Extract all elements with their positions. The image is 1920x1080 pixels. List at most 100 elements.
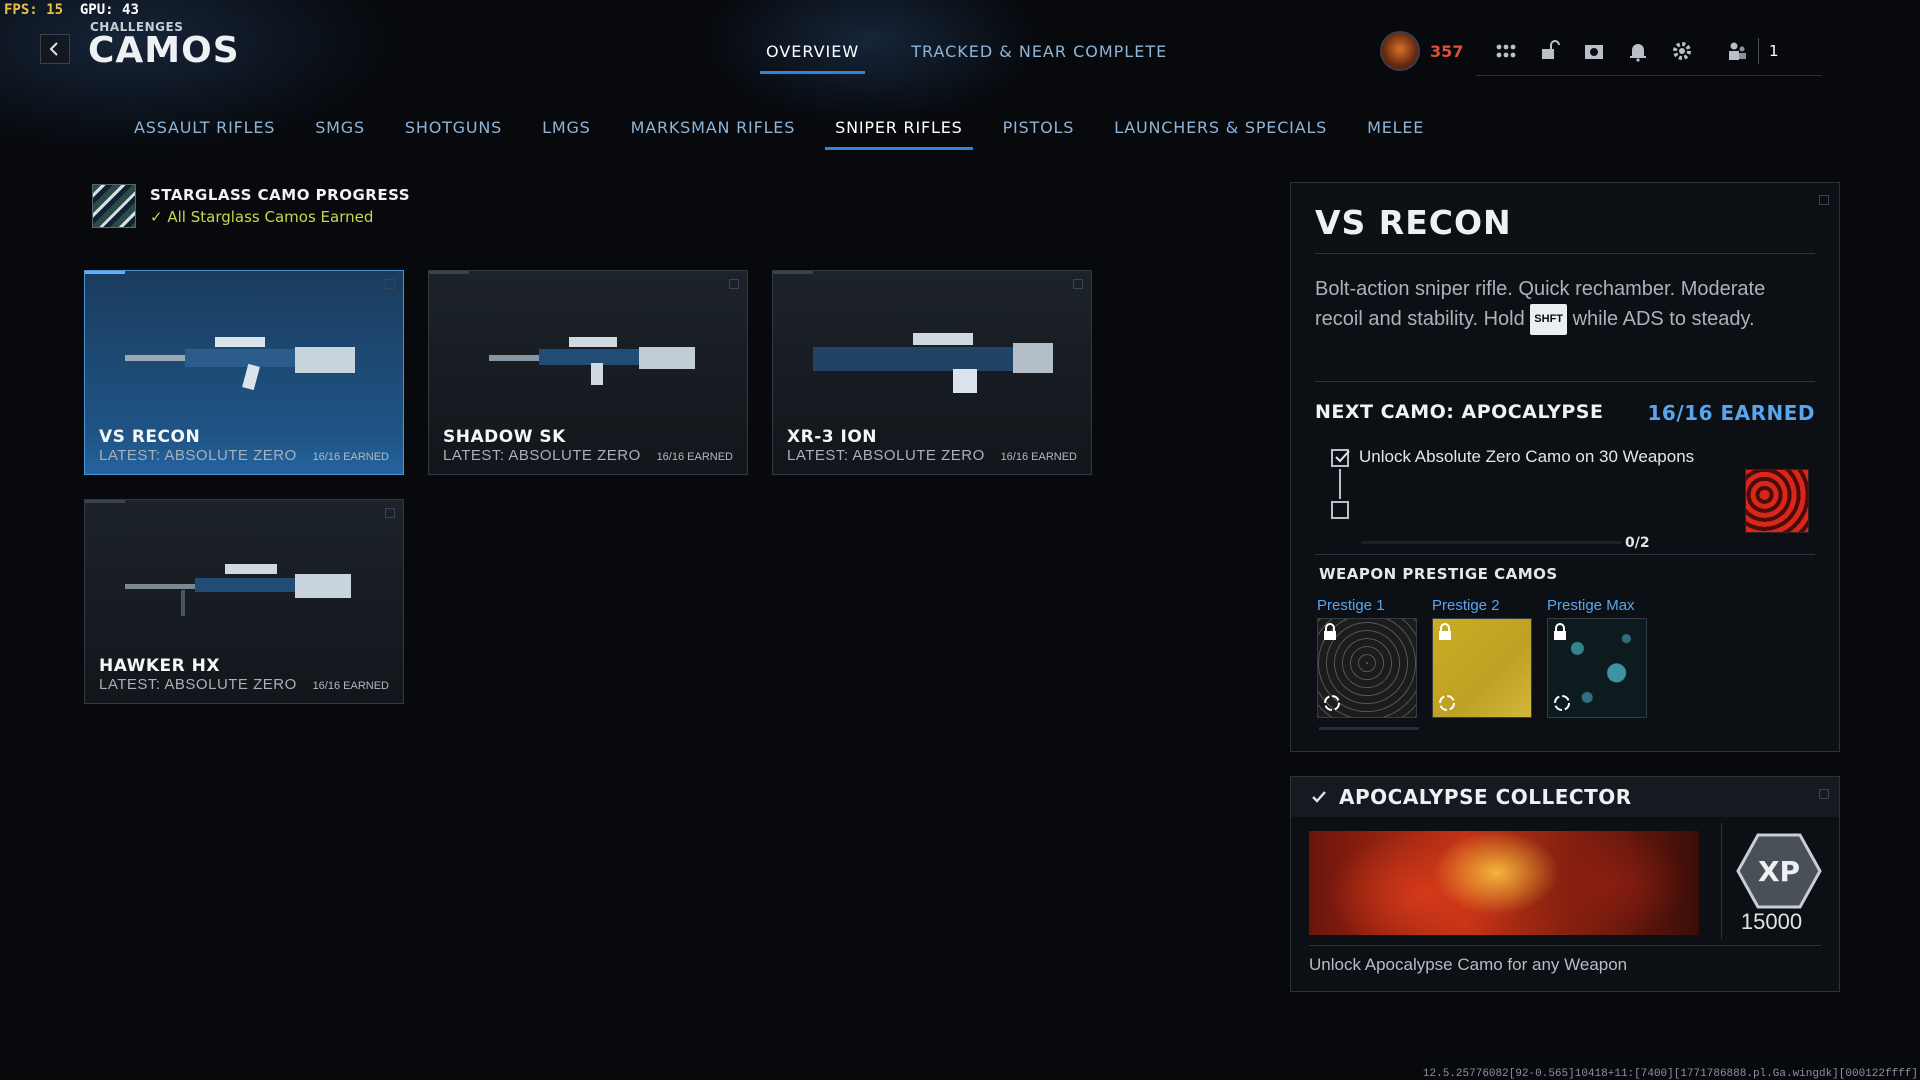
camera-icon[interactable]: [1582, 39, 1606, 63]
weapon-category-tabs: ASSAULT RIFLES SMGS SHOTGUNS LMGS MARKSM…: [124, 114, 1454, 150]
lock-icon: [1439, 623, 1451, 640]
tab-sniper-rifles[interactable]: SNIPER RIFLES: [825, 114, 973, 150]
tab-marksman-rifles[interactable]: MARKSMAN RIFLES: [621, 114, 806, 150]
xp-badge-icon: XP: [1736, 833, 1822, 909]
weapon-grid: VS RECON LATEST: ABSOLUTE ZERO 16/16 EAR…: [84, 270, 1104, 710]
tab-smgs[interactable]: SMGS: [305, 114, 375, 150]
settings-gear-icon[interactable]: [1670, 39, 1694, 63]
checkmark-icon: [1312, 791, 1326, 803]
collector-description: Unlock Apocalypse Camo for any Weapon: [1309, 955, 1628, 974]
party-status[interactable]: 1: [1712, 26, 1822, 76]
collector-artwork: [1309, 831, 1699, 935]
prestige-camo-image: [1547, 618, 1647, 718]
next-camo-earned: 16/16 EARNED: [1647, 401, 1815, 425]
weapon-earned: 16/16 EARNED: [312, 451, 389, 463]
prestige-label: Prestige 1: [1317, 597, 1385, 614]
gpu-label: GPU:: [79, 2, 114, 18]
weapon-latest-camo: LATEST: ABSOLUTE ZERO: [99, 676, 297, 693]
chevron-left-icon: [49, 42, 58, 56]
fps-label: FPS:: [4, 2, 38, 18]
weapon-card-hawker-hx[interactable]: HAWKER HX LATEST: ABSOLUTE ZERO 16/16 EA…: [84, 499, 404, 704]
detail-title: VS RECON: [1315, 203, 1512, 242]
card-corner-icon: [385, 508, 395, 518]
challenge-progress-value: 0/2: [1625, 535, 1650, 551]
weapon-card-shadow-sk[interactable]: SHADOW SK LATEST: ABSOLUTE ZERO 16/16 EA…: [428, 270, 748, 475]
apocalypse-camo-thumbnail: [1745, 469, 1809, 533]
checkbox-unchecked: [1331, 501, 1349, 519]
weapon-card-xr-3-ion[interactable]: XR-3 ION LATEST: ABSOLUTE ZERO 16/16 EAR…: [772, 270, 1092, 475]
prestige-camo-2[interactable]: Prestige 2: [1432, 597, 1532, 718]
prestige-label: Prestige 2: [1432, 597, 1500, 614]
store-icon[interactable]: [1538, 39, 1562, 63]
prestige-camo-max[interactable]: Prestige Max: [1547, 597, 1647, 718]
hud-bar: 357 1: [1380, 26, 1832, 76]
next-camo-label: NEXT CAMO: APOCALYPSE: [1315, 401, 1604, 423]
weapon-earned: 16/16 EARNED: [312, 680, 389, 692]
tab-melee[interactable]: MELEE: [1357, 114, 1434, 150]
challenge-connector: [1339, 469, 1341, 499]
checkbox-checked: [1331, 449, 1350, 467]
card-progress-bar: [429, 271, 469, 274]
starglass-progress: STARGLASS CAMO PROGRESS ✓ All Starglass …: [92, 184, 410, 228]
tab-assault-rifles[interactable]: ASSAULT RIFLES: [124, 114, 285, 150]
weapon-name: VS RECON: [99, 427, 201, 447]
party-count: 1: [1769, 41, 1779, 60]
divider: [1315, 381, 1815, 382]
card-progress-bar: [85, 271, 125, 274]
description-text-2: while ADS to steady.: [1567, 308, 1755, 330]
back-button[interactable]: [40, 34, 70, 64]
perf-overlay: FPS: 15 GPU: 43: [4, 2, 139, 18]
tab-launchers-specials[interactable]: LAUNCHERS & SPECIALS: [1104, 114, 1337, 150]
points-counter: 357: [1430, 41, 1464, 61]
fps-value: 15: [46, 2, 64, 18]
xp-reward: XP 15000: [1721, 823, 1822, 939]
challenge-progress-bar: [1361, 541, 1621, 544]
weapon-earned: 16/16 EARNED: [656, 451, 733, 463]
tab-pistols[interactable]: PISTOLS: [993, 114, 1085, 150]
weapon-earned: 16/16 EARNED: [1000, 451, 1077, 463]
key-prompt-shift: SHFT: [1530, 304, 1568, 335]
tab-overview[interactable]: OVERVIEW: [760, 42, 866, 74]
tab-lmgs[interactable]: LMGS: [532, 114, 600, 150]
prestige-selection-underline: [1319, 727, 1419, 730]
menu-grid-icon[interactable]: [1494, 39, 1518, 63]
divider: [1309, 945, 1821, 946]
weapon-card-vs-recon[interactable]: VS RECON LATEST: ABSOLUTE ZERO 16/16 EAR…: [84, 270, 404, 475]
next-camo-row: NEXT CAMO: APOCALYPSE 16/16 EARNED: [1315, 401, 1815, 425]
tab-tracked-near-complete[interactable]: TRACKED & NEAR COMPLETE: [905, 42, 1173, 74]
top-tabs: OVERVIEW TRACKED & NEAR COMPLETE: [760, 42, 1173, 74]
lock-icon: [1554, 623, 1566, 640]
challenge-text: Unlock Absolute Zero Camo on 30 Weapons: [1359, 447, 1695, 466]
card-corner-icon: [385, 279, 395, 289]
tab-shotguns[interactable]: SHOTGUNS: [395, 114, 512, 150]
card-progress-bar: [85, 500, 125, 503]
rifle-icon: [813, 333, 1053, 393]
svg-text:XP: XP: [1758, 855, 1800, 888]
weapon-detail-panel: VS RECON Bolt-action sniper rifle. Quick…: [1290, 182, 1840, 752]
rifle-icon: [489, 337, 695, 385]
weapon-latest-camo: LATEST: ABSOLUTE ZERO: [787, 447, 985, 464]
player-avatar[interactable]: [1380, 31, 1420, 71]
panel-corner-icon: [1819, 195, 1829, 205]
apocalypse-collector-card[interactable]: APOCALYPSE COLLECTOR XP 15000 Unlock Apo…: [1290, 776, 1840, 992]
panel-corner-icon: [1819, 789, 1829, 799]
card-corner-icon: [729, 279, 739, 289]
divider: [1315, 554, 1815, 555]
collector-title: APOCALYPSE COLLECTOR: [1339, 785, 1632, 809]
starglass-camo-icon: [92, 184, 136, 228]
weapon-description: Bolt-action sniper rifle. Quick rechambe…: [1315, 275, 1785, 335]
card-progress-bar: [773, 271, 813, 274]
notification-bell-icon[interactable]: [1626, 39, 1650, 63]
party-icon: [1729, 42, 1746, 60]
checkmark-icon: [1335, 450, 1350, 463]
prestige-label: Prestige Max: [1547, 597, 1635, 614]
lock-icon: [1324, 623, 1336, 640]
weapon-name: HAWKER HX: [99, 656, 221, 676]
build-version: 12.5.25776082[92-0.565]10418+11:[7400][1…: [1422, 1068, 1918, 1080]
party-divider: [1758, 37, 1759, 64]
rifle-icon: [125, 564, 351, 616]
prestige-camo-image: [1317, 618, 1417, 718]
progress-title: STARGLASS CAMO PROGRESS: [150, 186, 411, 204]
weapon-latest-camo: LATEST: ABSOLUTE ZERO: [443, 447, 641, 464]
prestige-camo-1[interactable]: Prestige 1: [1317, 597, 1417, 718]
